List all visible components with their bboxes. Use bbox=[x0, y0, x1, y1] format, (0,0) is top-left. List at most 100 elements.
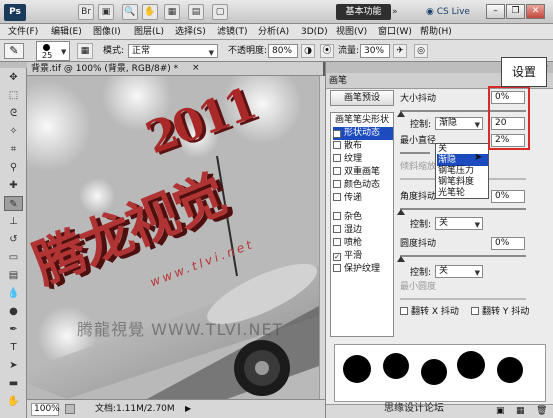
checkbox[interactable] bbox=[333, 212, 341, 220]
menu-window[interactable]: 窗口(W) bbox=[378, 25, 412, 39]
slider-knob[interactable] bbox=[397, 256, 405, 262]
new-brush-icon[interactable]: ▣ bbox=[496, 406, 505, 416]
menu-help[interactable]: 帮助(H) bbox=[420, 25, 452, 39]
lasso-tool-icon[interactable]: ᘓ bbox=[4, 106, 23, 121]
flow-input[interactable]: 30% bbox=[360, 44, 390, 58]
checkbox[interactable] bbox=[400, 307, 408, 315]
menu-3d[interactable]: 3D(D) bbox=[301, 25, 328, 39]
mode-select[interactable]: 正常 ▼ bbox=[128, 44, 218, 58]
checkbox[interactable] bbox=[333, 225, 341, 233]
toolbar-grip[interactable] bbox=[0, 62, 27, 68]
zoom-field[interactable]: 100% bbox=[31, 403, 60, 416]
type-tool-icon[interactable]: T bbox=[4, 340, 23, 355]
checkbox[interactable] bbox=[333, 180, 341, 188]
arrange-icon[interactable]: ▤ bbox=[188, 4, 204, 20]
gradient-tool-icon[interactable]: ▤ bbox=[4, 268, 23, 283]
shape-tool-icon[interactable]: ▬ bbox=[4, 376, 23, 391]
marquee-tool-icon[interactable]: ⬚ bbox=[4, 88, 23, 103]
checkbox[interactable] bbox=[333, 238, 341, 246]
hand-icon[interactable]: ✋ bbox=[142, 4, 158, 20]
checkbox[interactable] bbox=[333, 154, 341, 162]
tab-brush[interactable]: 画笔 bbox=[329, 75, 347, 87]
min-diameter-slider[interactable] bbox=[400, 152, 430, 154]
list-item-texture[interactable]: 纹理 bbox=[333, 153, 393, 166]
eyedropper-tool-icon[interactable]: ⚲ bbox=[4, 160, 23, 175]
angle-jitter-input[interactable]: 0% bbox=[491, 190, 525, 203]
list-item-airbrush[interactable]: 喷枪 bbox=[333, 237, 393, 250]
checkbox[interactable]: ✓ bbox=[333, 130, 341, 138]
zoom-icon[interactable]: 🔍 bbox=[122, 4, 138, 20]
checkbox[interactable]: ✓ bbox=[333, 253, 341, 261]
eraser-tool-icon[interactable]: ▭ bbox=[4, 250, 23, 265]
crop-tool-icon[interactable]: ⌗ bbox=[4, 142, 23, 157]
list-item-protect-texture[interactable]: 保护纹理 bbox=[333, 263, 393, 276]
arrow-right-icon[interactable]: ▶ bbox=[185, 404, 191, 413]
menu-file[interactable]: 文件(F) bbox=[8, 25, 38, 39]
brush-presets-button[interactable]: 画笔预设 bbox=[330, 90, 394, 106]
grid-icon[interactable]: ▦ bbox=[516, 406, 525, 416]
menu-edit[interactable]: 编辑(E) bbox=[51, 25, 82, 39]
tablet-size-icon[interactable]: ◎ bbox=[414, 44, 428, 58]
checkbox[interactable] bbox=[333, 193, 341, 201]
hand-tool-icon[interactable]: ✋ bbox=[4, 394, 23, 409]
dropdown-option-pen-pressure[interactable]: 钢笔压力 bbox=[438, 166, 488, 177]
quick-select-tool-icon[interactable]: ✧ bbox=[4, 124, 23, 139]
close-icon[interactable]: × bbox=[192, 63, 200, 73]
slider-knob[interactable] bbox=[397, 111, 405, 117]
airbrush-icon[interactable]: ✈ bbox=[393, 44, 407, 58]
list-item-wet-edges[interactable]: 湿边 bbox=[333, 224, 393, 237]
roundness-jitter-input[interactable]: 0% bbox=[491, 237, 525, 250]
move-tool-icon[interactable]: ✥ bbox=[4, 70, 23, 85]
checkbox[interactable] bbox=[333, 264, 341, 272]
list-item-scattering[interactable]: 散布 bbox=[333, 140, 393, 153]
info-icon[interactable] bbox=[65, 404, 75, 414]
workspace-button[interactable]: 基本功能 bbox=[336, 4, 391, 20]
checkbox[interactable] bbox=[471, 307, 479, 315]
list-item-transfer[interactable]: 传递 bbox=[333, 192, 393, 205]
pressure-icon[interactable]: ⦿ bbox=[320, 44, 334, 58]
tablet-opacity-icon[interactable]: ◑ bbox=[301, 44, 315, 58]
dropdown-option-stylus-wheel[interactable]: 光笔轮 bbox=[438, 188, 488, 199]
roundness-control-select[interactable]: 关 ▼ bbox=[435, 265, 483, 278]
checkbox[interactable] bbox=[333, 167, 341, 175]
menu-filter[interactable]: 滤镜(T) bbox=[217, 25, 248, 39]
menu-select[interactable]: 选择(S) bbox=[175, 25, 206, 39]
stamp-tool-icon[interactable]: ⊥ bbox=[4, 214, 23, 229]
checkbox[interactable] bbox=[333, 141, 341, 149]
close-button[interactable]: ✕ bbox=[526, 4, 545, 19]
flip-x-checkbox[interactable]: 翻转 X 抖动 bbox=[400, 307, 459, 318]
list-item-tip-shape[interactable]: 画笔笔尖形状 bbox=[335, 114, 395, 127]
dropdown-option-pen-tilt[interactable]: 钢笔斜度 bbox=[438, 177, 488, 188]
brush-picker[interactable]: 25 ▼ bbox=[36, 41, 70, 61]
flip-y-checkbox[interactable]: 翻转 Y 抖动 bbox=[471, 307, 529, 318]
list-item-dual-brush[interactable]: 双重画笔 bbox=[333, 166, 393, 179]
menu-view[interactable]: 视图(V) bbox=[336, 25, 367, 39]
slider-knob[interactable] bbox=[397, 209, 405, 215]
screen-mode-icon[interactable]: ▢ bbox=[212, 4, 228, 20]
dodge-tool-icon[interactable]: ● bbox=[4, 304, 23, 319]
list-item-color-dynamics[interactable]: 颜色动态 bbox=[333, 179, 393, 192]
path-select-tool-icon[interactable]: ➤ bbox=[4, 358, 23, 373]
blur-tool-icon[interactable]: 💧 bbox=[4, 286, 23, 301]
trash-icon[interactable]: 🗑 bbox=[536, 406, 547, 416]
view-extras-icon[interactable]: ▦ bbox=[164, 4, 180, 20]
healing-tool-icon[interactable]: ✚ bbox=[4, 178, 23, 193]
list-item-noise[interactable]: 杂色 bbox=[333, 211, 393, 224]
bridge-icon[interactable]: Br bbox=[78, 4, 94, 20]
document-tab[interactable]: 背景.tif @ 100% (背景, RGB/8#) * × bbox=[27, 62, 323, 76]
brush-tool-icon[interactable]: ✎ bbox=[4, 43, 24, 59]
restore-button[interactable]: ❐ bbox=[506, 4, 525, 19]
angle-control-select[interactable]: 关 ▼ bbox=[435, 217, 483, 230]
control-select[interactable]: 渐隐 ▼ bbox=[435, 117, 483, 130]
menu-layer[interactable]: 图层(L) bbox=[134, 25, 164, 39]
opacity-input[interactable]: 80% bbox=[268, 44, 298, 58]
document-canvas[interactable]: 2011 腾龙视觉 www.tlvi.net 腾龍視覺 WWW.TLVI.NET bbox=[27, 76, 319, 399]
list-item-shape-dynamics[interactable]: ✓ 形状动态 bbox=[333, 127, 393, 140]
chevron-right-icon[interactable]: » bbox=[392, 4, 404, 20]
cs-live-button[interactable]: ◉ CS Live bbox=[426, 5, 478, 19]
minimize-button[interactable]: – bbox=[486, 4, 505, 19]
minibridge-icon[interactable]: ▣ bbox=[98, 4, 114, 20]
brush-panel-toggle-icon[interactable]: ▦ bbox=[77, 43, 93, 59]
roundness-jitter-slider[interactable] bbox=[400, 255, 526, 257]
menu-analysis[interactable]: 分析(A) bbox=[258, 25, 289, 39]
